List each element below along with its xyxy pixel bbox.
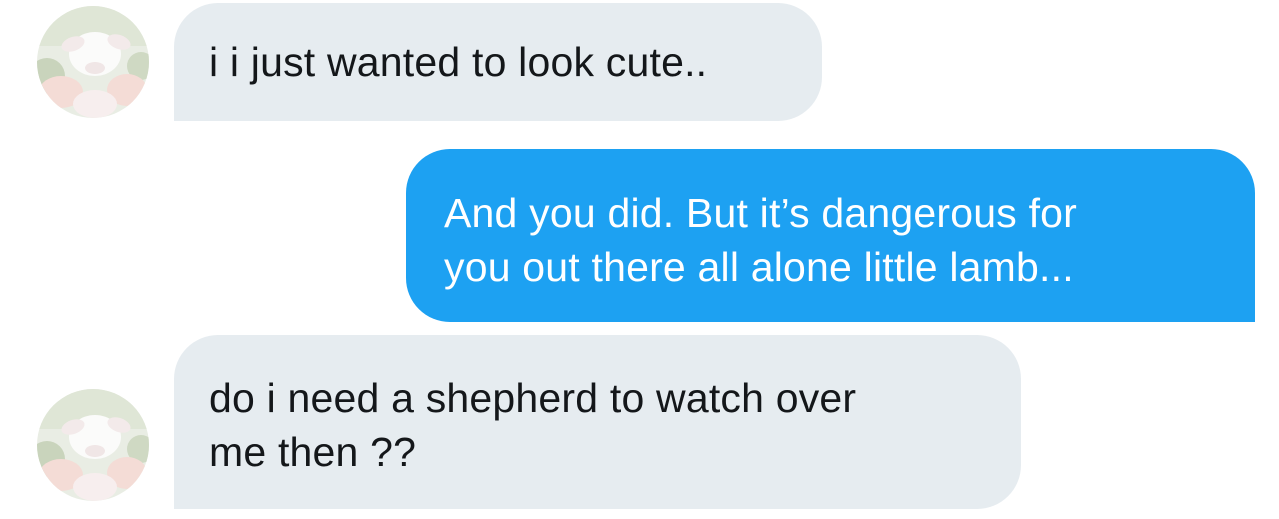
lamb-avatar-icon xyxy=(37,389,149,501)
sender-avatar[interactable] xyxy=(37,389,149,501)
lamb-avatar-icon xyxy=(37,6,149,118)
message-bubble-incoming[interactable]: do i need a shepherd to watch over me th… xyxy=(174,335,1021,509)
sender-avatar[interactable] xyxy=(37,6,149,118)
message-text-line-2: you out there all alone little lamb... xyxy=(444,244,1074,290)
message-text-line-2: me then ?? xyxy=(209,429,417,475)
message-bubble-outgoing[interactable]: And you did. But it’s dangerous for you … xyxy=(406,149,1255,322)
message-bubble-incoming[interactable]: i i just wanted to look cute.. xyxy=(174,3,822,121)
message-text: i i just wanted to look cute.. xyxy=(209,39,708,85)
message-text-line-1: do i need a shepherd to watch over xyxy=(209,375,857,421)
message-text-line-1: And you did. But it’s dangerous for xyxy=(444,190,1078,236)
